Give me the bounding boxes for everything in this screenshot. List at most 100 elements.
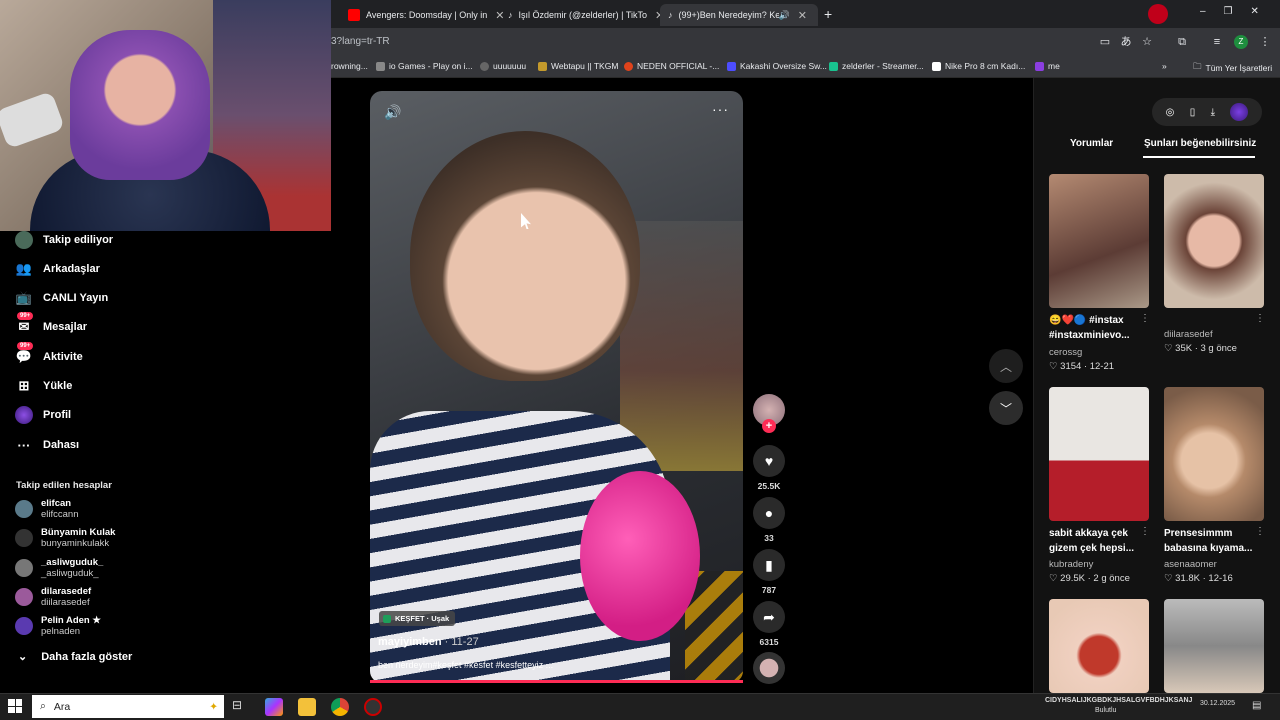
next-video-button[interactable]: ﹀ [989, 391, 1023, 425]
obs-icon[interactable] [364, 698, 382, 716]
account-name: _asliwguduk_ [41, 557, 104, 568]
download-icon[interactable]: ⤓ [1211, 107, 1215, 118]
music-disc-icon[interactable] [753, 652, 785, 684]
card-user[interactable]: asenaaomer [1164, 559, 1217, 570]
follow-plus-icon[interactable]: + [762, 419, 776, 433]
previous-video-button[interactable]: ︿ [989, 349, 1023, 383]
bookmark-label: Kakashi Oversize Sw... [740, 61, 827, 71]
like-button[interactable]: ♥ [753, 445, 785, 477]
volume-icon[interactable]: 🔊 [384, 104, 401, 121]
phone-icon[interactable]: ▯ [1190, 107, 1196, 118]
location-tag-label: KEŞFET · Uşak [395, 614, 450, 623]
card-more-icon[interactable]: ⋮ [1255, 313, 1265, 324]
window-controls[interactable]: –❐✕ [1200, 6, 1277, 17]
translate-icon[interactable]: あ [1119, 35, 1133, 49]
card-user[interactable]: diilarasedef [1164, 329, 1213, 340]
card-more-icon[interactable]: ⋮ [1140, 313, 1150, 324]
video-more-icon[interactable]: ··· [712, 101, 729, 117]
sidebar-item-label: Profil [43, 409, 72, 421]
bookmark-star-icon[interactable]: ☆ [1140, 35, 1154, 49]
bookmark-item[interactable]: rowning... [331, 61, 368, 71]
sidebar-item-upload[interactable]: ⊞ Yükle [15, 374, 73, 398]
share-button[interactable]: ➦ [753, 601, 785, 633]
chrome-icon[interactable] [331, 698, 349, 716]
account-name: dilarasedef [41, 586, 92, 597]
comment-icon: ● [764, 505, 774, 521]
video-description[interactable]: ben nerdeyim#keşfet #kesfet #kesfetteyiz… [378, 660, 553, 670]
tab-comments[interactable]: Yorumlar [1070, 138, 1113, 149]
video-thumbnail[interactable] [1164, 599, 1264, 693]
tab-you-may-like[interactable]: Şunları beğenebilirsiniz [1144, 138, 1256, 149]
active-tab-indicator [1143, 156, 1255, 158]
sidebar-item-following[interactable]: Takip ediliyor [15, 228, 113, 252]
user-avatar[interactable] [1230, 103, 1249, 121]
following-account[interactable]: Bünyamin Kulak bunyaminkulakk [15, 523, 115, 553]
windows-start-icon[interactable] [8, 699, 22, 713]
extensions-icon[interactable]: ⧉ [1175, 35, 1189, 49]
tab-youtube[interactable]: Avengers: Doomsday | Only in ✕ [340, 4, 512, 26]
location-tag[interactable]: KEŞFET · Uşak [379, 611, 456, 626]
profile-avatar[interactable]: Z [1234, 35, 1248, 49]
save-button[interactable]: ▮ [753, 549, 785, 581]
new-tab-button[interactable]: + [824, 6, 832, 22]
bookmark-item[interactable]: Nike Pro 8 cm Kadı... [932, 61, 1025, 71]
card-more-icon[interactable]: ⋮ [1140, 526, 1150, 537]
url-field[interactable]: 3?lang=tr-TR [331, 36, 390, 47]
sidebar-item-live[interactable]: 📺 CANLI Yayın [15, 286, 108, 310]
close-icon[interactable]: ✕ [798, 9, 807, 22]
tab-tiktok-video[interactable]: ♪ (99+)Ben Neredeyim? Keşfe 🔊 ✕ [660, 4, 818, 26]
card-user[interactable]: kubradeny [1049, 559, 1093, 570]
bookmark-item[interactable]: NEDEN OFFICIAL -... [624, 61, 719, 71]
sidebar-item-label: Mesajlar [43, 321, 88, 333]
video-thumbnail[interactable] [1049, 599, 1149, 693]
speaker-icon[interactable]: 🔊 [779, 10, 790, 21]
sidebar-item-friends[interactable]: 👥 Arkadaşlar [15, 257, 100, 281]
following-account[interactable]: elifcan elifccann [15, 494, 79, 524]
file-explorer-icon[interactable] [298, 698, 316, 716]
video-thumbnail[interactable] [1164, 387, 1264, 521]
microphone-image [0, 90, 66, 150]
video-thumbnail[interactable] [1049, 387, 1149, 521]
sidebar-item-more[interactable]: ··· Dahası [15, 433, 80, 457]
video-author[interactable]: mayiyimben · 11-27 [378, 636, 479, 648]
following-account[interactable]: _asliwguduk_ _asliwguduk_ [15, 553, 103, 583]
card-more-icon[interactable]: ⋮ [1255, 526, 1265, 537]
task-view-icon[interactable]: ⊟ [232, 698, 250, 716]
comment-button[interactable]: ● [753, 497, 785, 529]
menu-kebab-icon[interactable]: ⋮ [1258, 35, 1272, 49]
card-title[interactable]: 😄❤️🔵 #instax #instaxminievo... [1049, 313, 1149, 343]
show-more-button[interactable]: ⌄ Daha fazla göster [18, 650, 132, 664]
explore-icon[interactable]: ◎ [1166, 107, 1175, 118]
copilot-icon[interactable] [265, 698, 283, 716]
sidebar-item-activity[interactable]: 💬 99+ Aktivite [15, 342, 83, 369]
taskbar-search[interactable]: ⌕ Ara ✦ [32, 695, 224, 718]
all-bookmarks-folder[interactable]: 🗀 Tüm Yer İşaretleri [1193, 61, 1272, 75]
video-progress-bar[interactable] [370, 680, 743, 683]
extension-logo-icon[interactable] [1148, 4, 1168, 24]
reading-list-icon[interactable]: ≡ [1210, 35, 1224, 49]
chevron-down-icon: ⌄ [18, 651, 28, 663]
bookmark-item[interactable]: zelderler - Streamer... [829, 61, 924, 71]
notification-icon[interactable]: ▤ [1252, 700, 1261, 711]
bookmarks-overflow-icon[interactable]: » [1162, 61, 1167, 71]
post-date: · 11-27 [444, 636, 479, 648]
bookmark-item[interactable]: io Games - Play on i... [376, 61, 473, 71]
video-player[interactable] [370, 91, 743, 683]
tab-tiktok-profile[interactable]: ♪ Işıl Özdemir (@zelderler) | TikTo ✕ [500, 4, 672, 26]
following-account[interactable]: dilarasedef diilarasedef [15, 582, 91, 612]
cast-icon[interactable]: ▭ [1098, 35, 1112, 49]
card-title[interactable]: sabit akkaya çek gizem çek hepsi... [1049, 526, 1149, 556]
card-title[interactable]: Prensesimmm babasına kıyama... [1164, 526, 1264, 556]
bookmark-item[interactable]: me [1035, 61, 1060, 71]
following-account[interactable]: Pelin Aden ★ pelnaden [15, 611, 101, 641]
bookmark-label: uuuuuuu [493, 61, 527, 71]
bookmark-item[interactable]: Webtapu || TKGM [538, 61, 618, 71]
video-thumbnail[interactable] [1164, 174, 1264, 308]
sidebar-item-profile[interactable]: Profil [15, 403, 71, 427]
video-thumbnail[interactable] [1049, 174, 1149, 308]
bookmark-item[interactable]: Kakashi Oversize Sw... [727, 61, 827, 71]
clock-date: 30.12.2025 [1200, 700, 1236, 707]
sidebar-item-messages[interactable]: ✉ 99+ Mesajlar [15, 312, 88, 339]
card-user[interactable]: cerossg [1049, 347, 1082, 358]
bookmark-item[interactable]: uuuuuuu [480, 61, 526, 71]
